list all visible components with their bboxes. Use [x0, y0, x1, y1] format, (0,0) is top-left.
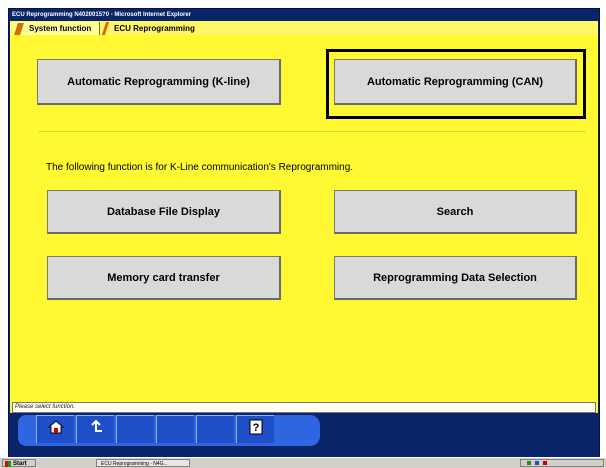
status-bar: Please select function. — [12, 402, 596, 413]
browser-window: ECU Reprogramming N4020015?0 - Microsoft… — [8, 8, 600, 466]
bottom-toolbar: ? — [10, 413, 598, 447]
home-button[interactable] — [36, 415, 74, 443]
tab-system-function[interactable]: System function — [13, 22, 101, 35]
svg-text:?: ? — [252, 422, 259, 434]
search-button[interactable]: Search — [334, 190, 577, 234]
toolbar-empty-slot — [156, 415, 194, 443]
tray-icon[interactable] — [543, 461, 547, 465]
tray-icon[interactable] — [527, 461, 531, 465]
automatic-reprogramming-kline-button[interactable]: Automatic Reprogramming (K-line) — [37, 59, 281, 105]
tab-accent — [101, 22, 110, 35]
tray-icon[interactable] — [535, 461, 539, 465]
taskbar: Start ECU Reprogramming - N4G... — [0, 457, 606, 468]
toolbar-curve — [306, 415, 320, 446]
window-title: ECU Reprogramming N4020015?0 - Microsoft… — [9, 9, 599, 21]
start-label: Start — [13, 461, 27, 467]
toolbar-empty-slot — [116, 415, 154, 443]
database-file-display-button[interactable]: Database File Display — [47, 190, 281, 234]
start-button[interactable]: Start — [2, 459, 36, 467]
help-button[interactable]: ? — [236, 415, 274, 443]
tab-system-function-label: System function — [29, 24, 92, 33]
back-button[interactable] — [76, 415, 114, 443]
back-arrow-icon — [88, 419, 104, 440]
tab-bar: System function ECU Reprogramming — [10, 21, 598, 35]
info-text: The following function is for K-Line com… — [46, 162, 354, 173]
help-icon: ? — [249, 419, 263, 440]
system-tray — [520, 459, 604, 467]
main-panel: Automatic Reprogramming (K-line) Automat… — [10, 35, 598, 419]
windows-logo-icon — [5, 461, 11, 467]
toolbar-empty-slot — [196, 415, 234, 443]
tab-ecu-reprogramming[interactable]: ECU Reprogramming — [101, 22, 195, 35]
automatic-reprogramming-can-button[interactable]: Automatic Reprogramming (CAN) — [334, 59, 577, 105]
tab-ecu-reprogramming-label: ECU Reprogramming — [114, 24, 195, 33]
home-icon — [47, 419, 64, 440]
memory-card-transfer-button[interactable]: Memory card transfer — [47, 256, 281, 300]
tab-accent — [14, 23, 24, 35]
reprogramming-data-selection-button[interactable]: Reprogramming Data Selection — [334, 256, 577, 300]
divider — [38, 131, 586, 132]
taskbar-item[interactable]: ECU Reprogramming - N4G... — [96, 459, 190, 467]
